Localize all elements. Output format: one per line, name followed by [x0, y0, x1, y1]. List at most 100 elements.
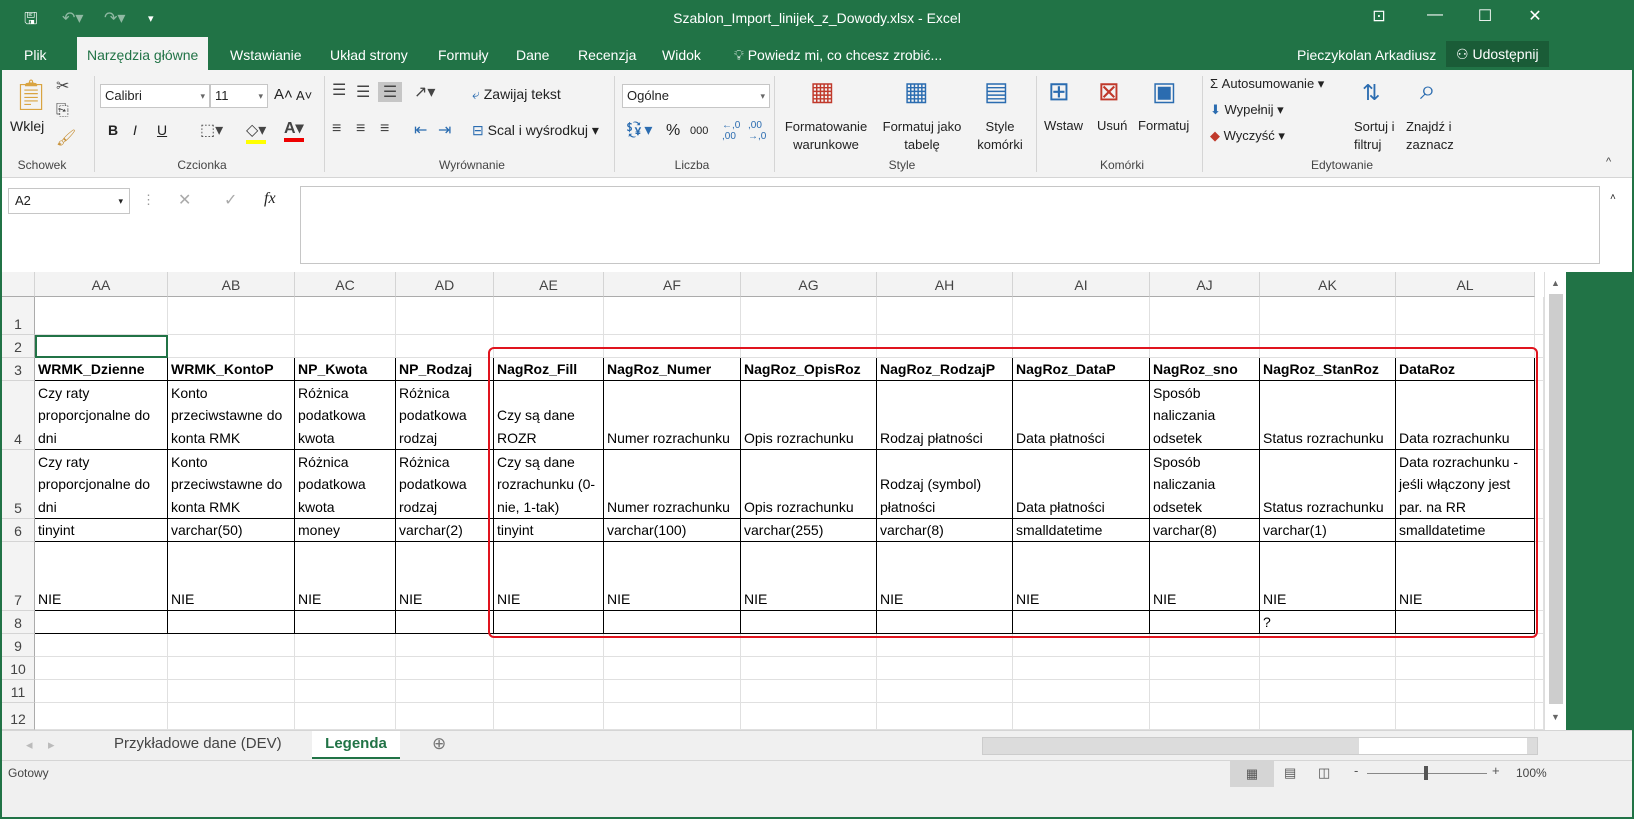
cell[interactable]	[1535, 335, 1544, 358]
column-header-AF[interactable]: AF	[604, 272, 741, 297]
cell-AE6[interactable]: tinyint	[494, 519, 604, 542]
cell-AH7[interactable]: NIE	[877, 542, 1013, 611]
column-header-AA[interactable]: AA	[35, 272, 168, 297]
cell-AI8[interactable]	[1013, 611, 1150, 634]
cell[interactable]	[168, 634, 295, 657]
column-header-AD[interactable]: AD	[396, 272, 494, 297]
cell[interactable]	[877, 634, 1013, 657]
cell-styles-icon[interactable]: ▤	[984, 76, 1009, 107]
insert-function-button[interactable]: fx	[264, 190, 276, 208]
zoom-slider-thumb[interactable]	[1424, 766, 1428, 780]
cell[interactable]	[1013, 297, 1150, 335]
cell[interactable]	[877, 657, 1013, 680]
cell[interactable]	[741, 680, 877, 703]
cell-AI6[interactable]: smalldatetime	[1013, 519, 1150, 542]
row-header-2[interactable]: 2	[2, 335, 35, 358]
cell-styles-button[interactable]: Style komórki	[968, 118, 1032, 154]
cell-AI3[interactable]: NagRoz_DataP	[1013, 358, 1150, 381]
cell[interactable]	[1535, 381, 1544, 450]
cell[interactable]	[396, 680, 494, 703]
font-size-select[interactable]: 11 ▾	[210, 84, 268, 108]
cell[interactable]	[168, 297, 295, 335]
cell-AA4[interactable]: Czy raty proporcjonalne do dni	[35, 381, 168, 450]
cell[interactable]	[1013, 703, 1150, 730]
vertical-scroll-thumb[interactable]	[1549, 294, 1563, 704]
cell[interactable]	[604, 680, 741, 703]
cell[interactable]	[494, 680, 604, 703]
row-header-7[interactable]: 7	[2, 542, 35, 611]
find-select-button[interactable]: Znajdź i zaznacz	[1406, 118, 1454, 154]
cell-AL5[interactable]: Data rozrachunku - jeśli włączony jest p…	[1396, 450, 1535, 519]
format-cells-icon[interactable]: ▣	[1152, 76, 1177, 107]
align-right-icon[interactable]: ≡	[380, 120, 389, 138]
enter-icon[interactable]: ✓	[224, 190, 237, 210]
cell[interactable]	[168, 703, 295, 730]
cell[interactable]	[35, 634, 168, 657]
cell-AC5[interactable]: Różnica podatkowa kwota	[295, 450, 396, 519]
sheet-tab-legenda[interactable]: Legenda	[312, 731, 400, 759]
horizontal-scroll-thumb[interactable]	[1359, 738, 1527, 754]
increase-indent-icon[interactable]: ⇥	[438, 120, 451, 140]
wrap-text-button[interactable]: ⤶ Zawijaj tekst	[472, 86, 561, 103]
page-break-view-icon[interactable]: ◫	[1318, 765, 1330, 781]
cell[interactable]	[1260, 657, 1396, 680]
collapse-ribbon-icon[interactable]: ^	[1606, 156, 1611, 168]
thousands-button[interactable]: 000	[690, 125, 708, 137]
row-header-9[interactable]: 9	[2, 634, 35, 657]
cell[interactable]	[1396, 634, 1535, 657]
align-top-icon[interactable]: ☰	[332, 80, 346, 100]
cell[interactable]	[1535, 703, 1544, 730]
cell-AH3[interactable]: NagRoz_RodzajP	[877, 358, 1013, 381]
cell-AF8[interactable]	[604, 611, 741, 634]
cell-AG8[interactable]	[741, 611, 877, 634]
cell-AL4[interactable]: Data rozrachunku	[1396, 381, 1535, 450]
maximize-icon[interactable]: ☐	[1462, 6, 1508, 26]
add-sheet-icon[interactable]: ⊕	[432, 734, 446, 754]
decrease-indent-icon[interactable]: ⇤	[414, 120, 427, 140]
cell-AK7[interactable]: NIE	[1260, 542, 1396, 611]
tab-file[interactable]: Plik	[14, 37, 57, 70]
shrink-font-icon[interactable]: A˅	[296, 88, 312, 103]
cell-AK5[interactable]: Status rozrachunku	[1260, 450, 1396, 519]
cell[interactable]	[1150, 657, 1260, 680]
cell-AJ5[interactable]: Sposób naliczania odsetek	[1150, 450, 1260, 519]
cell-AD4[interactable]: Różnica podatkowa rodzaj	[396, 381, 494, 450]
cell-AL7[interactable]: NIE	[1396, 542, 1535, 611]
column-header-AK[interactable]: AK	[1260, 272, 1396, 297]
cell-AA8[interactable]	[35, 611, 168, 634]
cell-AL6[interactable]: smalldatetime	[1396, 519, 1535, 542]
column-header-AI[interactable]: AI	[1013, 272, 1150, 297]
cell-AK8[interactable]: ?	[1260, 611, 1396, 634]
delete-button[interactable]: Usuń	[1097, 118, 1127, 133]
cell[interactable]	[1013, 680, 1150, 703]
sort-filter-button[interactable]: Sortuj i filtruj	[1354, 118, 1394, 154]
cell[interactable]	[1535, 297, 1544, 335]
cell[interactable]	[1260, 703, 1396, 730]
cell[interactable]	[604, 657, 741, 680]
cell-AI7[interactable]: NIE	[1013, 542, 1150, 611]
active-cell-A2[interactable]	[35, 335, 168, 358]
cell-AB8[interactable]	[168, 611, 295, 634]
cell[interactable]	[396, 703, 494, 730]
cell-AG6[interactable]: varchar(255)	[741, 519, 877, 542]
cell[interactable]	[1535, 634, 1544, 657]
font-name-select[interactable]: Calibri ▾	[100, 84, 210, 108]
cell[interactable]	[1535, 450, 1544, 519]
cell[interactable]	[494, 634, 604, 657]
cell-AF3[interactable]: NagRoz_Numer	[604, 358, 741, 381]
row-header-5[interactable]: 5	[2, 450, 35, 519]
decrease-decimal-icon[interactable]: ,00 →,0	[748, 120, 766, 142]
align-bottom-icon[interactable]: ☰	[378, 82, 402, 102]
cell[interactable]	[295, 680, 396, 703]
formula-input[interactable]	[300, 186, 1600, 264]
cell[interactable]	[168, 680, 295, 703]
sheet-next-icon[interactable]: ▸	[48, 737, 55, 753]
cell[interactable]	[604, 335, 741, 358]
cell[interactable]	[1260, 634, 1396, 657]
close-icon[interactable]: ✕	[1512, 6, 1558, 26]
cell[interactable]	[1535, 657, 1544, 680]
tab-insert[interactable]: Wstawianie	[220, 37, 312, 70]
cell-AC6[interactable]: money	[295, 519, 396, 542]
cell[interactable]	[1150, 703, 1260, 730]
cell-AF4[interactable]: Numer rozrachunku	[604, 381, 741, 450]
